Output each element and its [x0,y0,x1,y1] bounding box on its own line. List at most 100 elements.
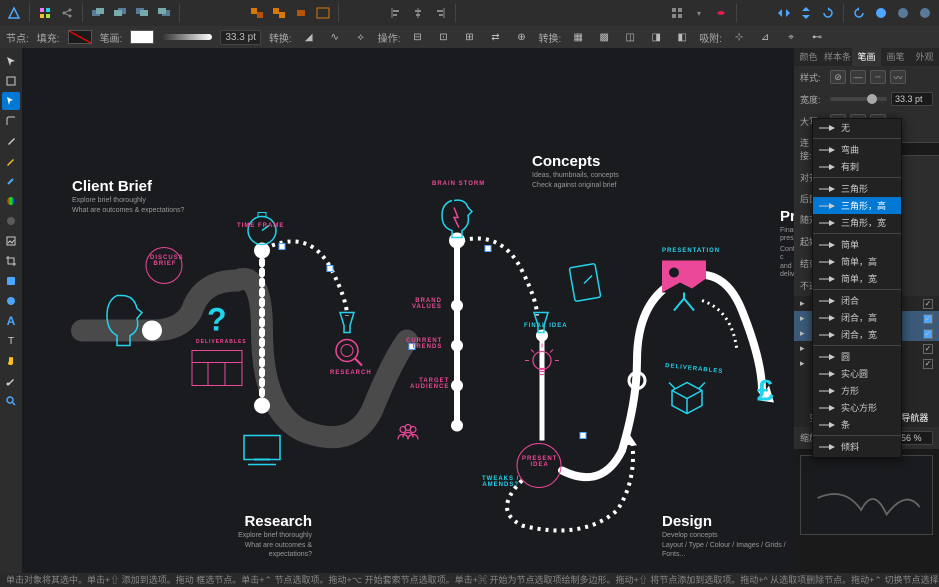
flip-v-icon[interactable] [796,3,816,23]
dropdown-item[interactable]: 三角形 [813,180,901,197]
layer-visible-check[interactable]: ✓ [923,314,933,324]
dropdown-item[interactable]: 简单，宽 [813,270,901,287]
pen-tool-icon[interactable] [2,132,20,150]
move-tool-icon[interactable] [2,52,20,70]
fill-tool-icon[interactable] [2,192,20,210]
dropdown-item[interactable]: 三角形，高 [813,197,901,214]
stroke-width-slider[interactable] [162,34,212,40]
dropdown-item[interactable]: 倾斜 [813,438,901,455]
tf-2-icon[interactable]: ▩ [595,29,613,45]
dropdown-item[interactable]: 简单，高 [813,253,901,270]
dropdown-item[interactable]: 三角形，宽 [813,214,901,231]
effect-icon[interactable] [711,3,731,23]
share-icon[interactable] [57,3,77,23]
layer-visible-check[interactable]: ✓ [923,344,933,354]
op-break-icon[interactable]: ⊟ [409,29,427,45]
layer-visible-check[interactable]: ✓ [923,329,933,339]
dropdown-item[interactable]: 有刺 [813,158,901,175]
tab-swatches[interactable]: 样本条 [823,48,852,66]
group-3-icon[interactable] [291,3,311,23]
crop-tool-icon[interactable] [2,252,20,270]
dropdown-item[interactable]: 弯曲 [813,141,901,158]
dropdown-item[interactable]: 方形 [813,382,901,399]
cvt-smart-icon[interactable]: ⟡ [352,29,370,45]
zoom-tool-icon[interactable] [2,392,20,410]
view-mode-icon[interactable] [667,3,687,23]
rotate-cw-icon[interactable] [818,3,838,23]
hand-tool-icon[interactable] [2,352,20,370]
place-tool-icon[interactable] [2,232,20,250]
dropdown-item[interactable]: 闭合 [813,292,901,309]
tab-appearance[interactable]: 外观 [910,48,939,66]
tf-3-icon[interactable]: ◫ [621,29,639,45]
cvt-smooth-icon[interactable]: ∿ [326,29,344,45]
artboard-tool-icon[interactable] [2,72,20,90]
color-picker-tool-icon[interactable] [2,372,20,390]
tab-brush[interactable]: 画笔 [881,48,910,66]
width-slider[interactable] [830,97,887,101]
grid-icon[interactable] [35,3,55,23]
zoom-input[interactable] [897,431,933,445]
app-logo-icon[interactable] [4,3,24,23]
style-dash-icon[interactable]: ┄ [870,70,886,84]
tf-5-icon[interactable]: ◧ [673,29,691,45]
tab-stroke[interactable]: 笔画 [852,48,881,66]
stroke-width-value[interactable]: 33.3 pt [220,30,261,45]
brush-tool-icon[interactable] [2,172,20,190]
layer-visible-check[interactable]: ✓ [923,359,933,369]
text-frame-tool-icon[interactable]: T [2,332,20,350]
toggle-icon[interactable]: ▾ [689,3,709,23]
snap-3-icon[interactable]: ⌖ [782,29,800,45]
persona-3-icon[interactable] [915,3,935,23]
flip-h-icon[interactable] [774,3,794,23]
width-input[interactable] [891,92,933,106]
align-left-icon[interactable] [386,3,406,23]
navigator-thumbnail[interactable] [800,455,933,535]
layer-arrange-2-icon[interactable] [110,3,130,23]
stroke-swatch[interactable] [130,30,154,44]
shape-tool-icon[interactable] [2,272,20,290]
tf-4-icon[interactable]: ◨ [647,29,665,45]
layer-visible-check[interactable]: ✓ [923,299,933,309]
cvt-sharp-icon[interactable]: ◢ [300,29,318,45]
corner-tool-icon[interactable] [2,112,20,130]
dropdown-item[interactable]: 简单 [813,236,901,253]
align-right-icon[interactable] [430,3,450,23]
layer-arrange-3-icon[interactable] [132,3,152,23]
style-none-icon[interactable]: ⊘ [830,70,846,84]
group-2-icon[interactable] [269,3,289,23]
tab-color[interactable]: 颜色 [794,48,823,66]
align-center-icon[interactable] [408,3,428,23]
op-reverse-icon[interactable]: ⇄ [487,29,505,45]
pencil-tool-icon[interactable] [2,152,20,170]
op-close-icon[interactable]: ⊡ [435,29,453,45]
layer-arrange-1-icon[interactable] [88,3,108,23]
fill-swatch[interactable] [68,30,92,44]
snap-1-icon[interactable]: ⊹ [730,29,748,45]
persona-1-icon[interactable] [871,3,891,23]
dropdown-item[interactable]: 闭合，宽 [813,326,901,343]
text-tool-icon[interactable]: A [2,312,20,330]
rotate-ccw-icon[interactable] [849,3,869,23]
canvas[interactable]: ? [22,48,794,573]
dropdown-item[interactable]: 条 [813,416,901,433]
op-5-icon[interactable]: ⊕ [513,29,531,45]
style-brush-icon[interactable]: 〰 [890,70,906,84]
group-4-icon[interactable] [313,3,333,23]
group-1-icon[interactable] [247,3,267,23]
dropdown-item[interactable]: 实心圆 [813,365,901,382]
snap-4-icon[interactable]: ⊷ [808,29,826,45]
dropdown-item[interactable]: 倾斜，替代 [813,455,901,458]
snap-2-icon[interactable]: ⊿ [756,29,774,45]
persona-2-icon[interactable] [893,3,913,23]
dropdown-item[interactable]: 无 [813,119,901,136]
node-tool-icon[interactable] [2,92,20,110]
layer-arrange-4-icon[interactable] [154,3,174,23]
dropdown-item[interactable]: 闭合，高 [813,309,901,326]
transparency-tool-icon[interactable] [2,212,20,230]
style-solid-icon[interactable]: — [850,70,866,84]
dropdown-item[interactable]: 圆 [813,348,901,365]
dropdown-item[interactable]: 实心方形 [813,399,901,416]
ellipse-tool-icon[interactable] [2,292,20,310]
op-join-icon[interactable]: ⊞ [461,29,479,45]
